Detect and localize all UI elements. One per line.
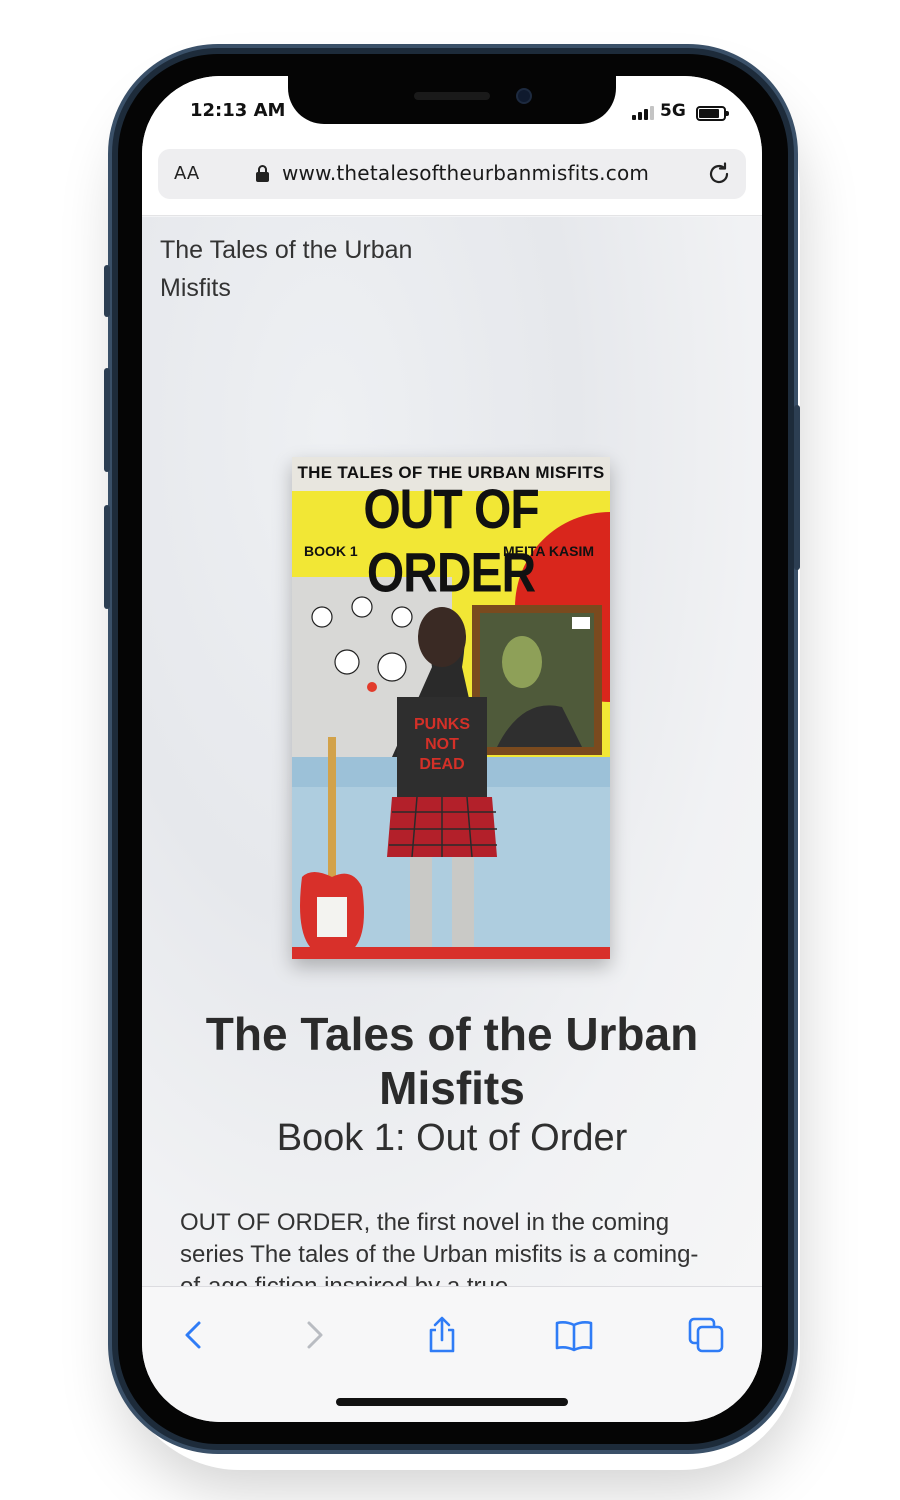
camera — [516, 88, 532, 104]
back-icon[interactable] — [174, 1315, 214, 1355]
svg-text:DEAD: DEAD — [419, 756, 464, 773]
home-indicator[interactable] — [336, 1398, 568, 1406]
cover-book-number: BOOK 1 — [304, 543, 358, 559]
reload-icon[interactable] — [706, 161, 732, 187]
signal-icon — [632, 106, 654, 120]
screen: 12:13 AM 5G AA www.thetalesoftheurbanmis… — [142, 76, 762, 1422]
site-title[interactable]: The Tales of the Urban Misfits — [160, 231, 420, 307]
volume-up-button — [104, 368, 110, 472]
lock-icon — [256, 165, 269, 182]
browser-toolbar — [142, 1286, 762, 1422]
address-bar[interactable]: AA www.thetalesoftheurbanmisfits.com — [158, 149, 746, 199]
text-size-button[interactable]: AA — [174, 163, 199, 184]
cover-author: MEITA KASIM — [503, 543, 594, 559]
power-button — [794, 405, 800, 570]
share-icon[interactable] — [422, 1315, 462, 1355]
silent-switch — [104, 265, 110, 317]
volume-down-button — [104, 505, 110, 609]
svg-text:NOT: NOT — [425, 736, 459, 753]
book-heading: The Tales of the Urban Misfits — [205, 1008, 699, 1114]
network-label: 5G — [660, 101, 686, 121]
battery-icon — [696, 106, 729, 121]
address-bar-area: AA www.thetalesoftheurbanmisfits.com — [142, 146, 762, 216]
notch — [288, 76, 616, 124]
cover-title-text: OUT OF ORDER — [363, 479, 539, 605]
bookmarks-icon[interactable] — [554, 1315, 594, 1355]
book-subtitle: Book 1: Out of Order — [276, 1117, 628, 1159]
book-cover-image: PUNKS NOT DEAD THE TALES OF THE URBAN MI… — [292, 457, 610, 959]
forward-icon[interactable] — [294, 1315, 334, 1355]
svg-text:PUNKS: PUNKS — [414, 716, 470, 733]
url-text[interactable]: www.thetalesoftheurbanmisfits.com — [282, 161, 649, 185]
tabs-icon[interactable] — [686, 1315, 726, 1355]
page-content: The Tales of the Urban Misfits PUNKS NOT… — [142, 217, 762, 1300]
status-time: 12:13 AM — [190, 100, 286, 121]
speaker — [414, 92, 490, 100]
